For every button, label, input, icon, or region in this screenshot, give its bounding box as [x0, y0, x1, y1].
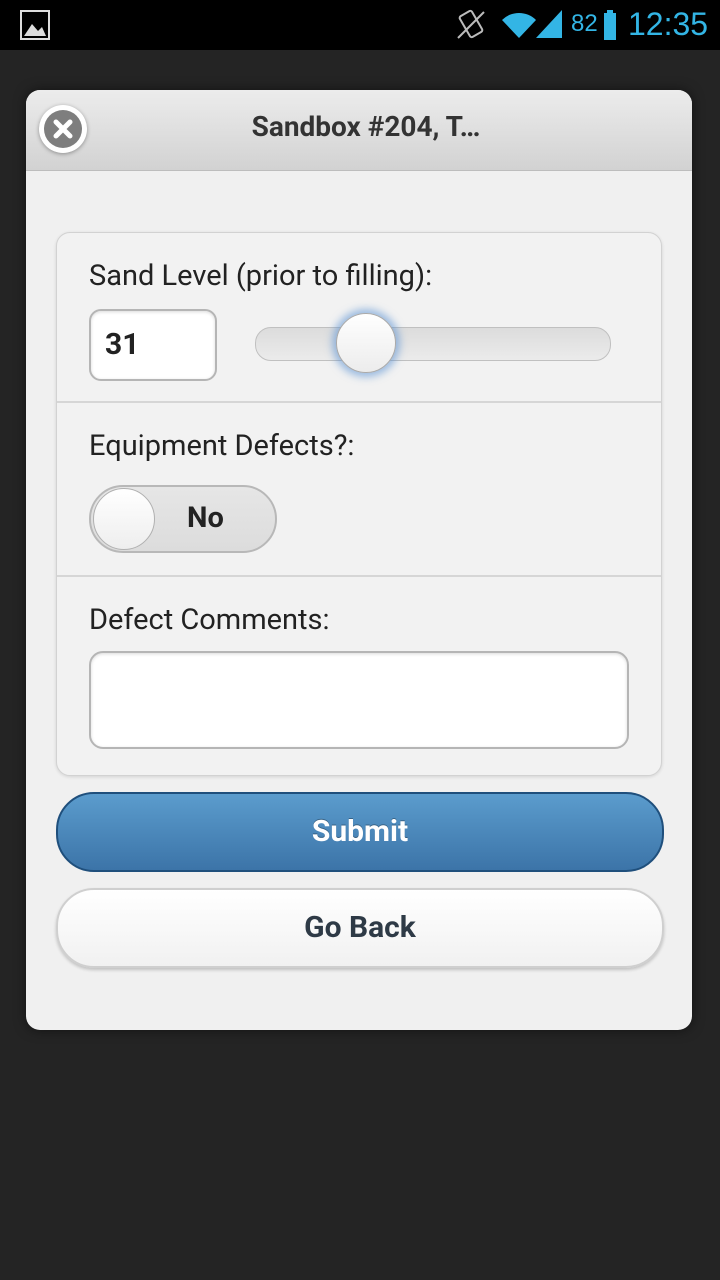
battery-level: 82 — [571, 10, 598, 37]
submit-button[interactable]: Submit — [56, 792, 664, 872]
sand-level-value: 31 — [105, 327, 140, 362]
toggle-value: No — [187, 501, 224, 535]
clock: 12:35 — [628, 6, 709, 42]
signal-icon — [536, 10, 562, 38]
status-bar: 82 12:35 — [0, 0, 720, 50]
dialog-title: Sandbox #204, T… — [251, 110, 481, 143]
divider — [57, 575, 661, 577]
sand-level-slider-handle[interactable] — [336, 313, 396, 373]
sand-level-label: Sand Level (prior to filling): — [89, 259, 433, 293]
divider — [57, 401, 661, 403]
close-button[interactable] — [39, 105, 87, 153]
wifi-icon — [502, 12, 536, 38]
dialog: Sandbox #204, T… Sand Level (prior to fi… — [26, 90, 692, 1030]
equipment-defects-toggle[interactable]: No — [89, 485, 277, 553]
sand-level-input[interactable]: 31 — [89, 309, 217, 381]
defect-comments-textarea[interactable] — [89, 651, 629, 749]
close-icon — [53, 119, 73, 139]
toggle-knob — [93, 488, 155, 550]
battery-icon — [604, 10, 616, 40]
defect-comments-label: Defect Comments: — [89, 603, 330, 637]
form-card: Sand Level (prior to filling): 31 Equipm… — [56, 232, 662, 776]
dialog-header: Sandbox #204, T… — [26, 90, 692, 171]
image-notification-icon — [20, 10, 50, 40]
equipment-defects-label: Equipment Defects?: — [89, 429, 355, 463]
vibrate-icon — [457, 9, 485, 39]
go-back-button[interactable]: Go Back — [56, 888, 664, 968]
sand-level-slider-track[interactable] — [255, 327, 611, 361]
